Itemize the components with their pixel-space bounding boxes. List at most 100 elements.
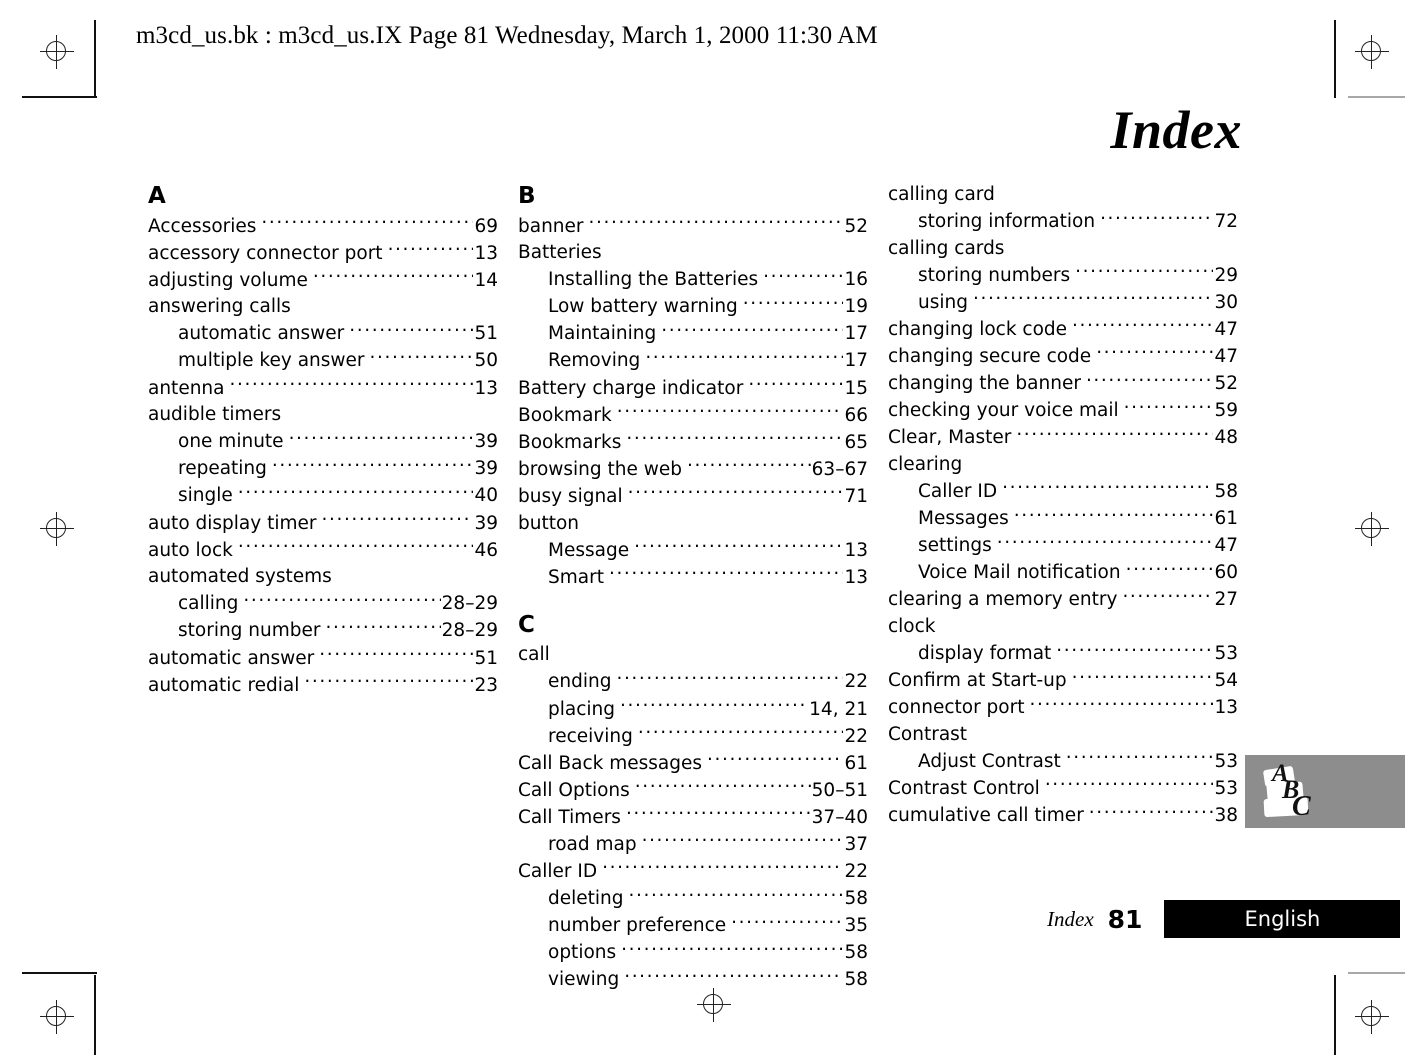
dot-leader (763, 267, 843, 286)
dot-leader (626, 804, 811, 823)
index-entry: placing 14, 21 (518, 696, 868, 723)
dot-leader (638, 723, 844, 742)
index-entry: call (518, 642, 868, 669)
index-entry-page: 52 (844, 215, 868, 237)
index-entry: Call Options 50–51 (518, 777, 868, 804)
index-entry-term: antenna (148, 377, 225, 399)
index-entry-page: 51 (474, 647, 498, 669)
index-entry-page: 58 (844, 969, 868, 991)
index-entry-term: Bookmarks (518, 431, 622, 453)
index-entry: receiving 22 (518, 723, 868, 750)
index-entry-page: 50–51 (811, 779, 868, 801)
index-entry: auto display timer 39 (148, 510, 498, 537)
dot-leader (272, 456, 474, 475)
dot-leader (617, 402, 844, 421)
crop-mark-top-left-horizontal (22, 96, 97, 98)
index-entry: Call Timers 37–40 (518, 804, 868, 831)
index-entry-term: clock (888, 616, 936, 637)
crop-mark-bottom-right-horizontal (1348, 972, 1405, 974)
dot-leader (707, 750, 843, 769)
index-entry-page: 28–29 (441, 620, 498, 642)
registration-mark-bottom-left (40, 1000, 74, 1034)
index-entry-term: clearing a memory entry (888, 589, 1118, 611)
index-entry-page: 46 (474, 539, 498, 561)
dot-leader (687, 456, 811, 475)
index-entry-page: 37 (844, 833, 868, 855)
index-columns: A Accessories 69 accessory connector port 13… (148, 182, 1258, 994)
index-entry: changing lock code 47 (888, 316, 1238, 343)
footer-page-number: 81 (1107, 904, 1143, 934)
dot-leader (1014, 506, 1214, 525)
index-entry: Confirm at Start-up 54 (888, 668, 1238, 695)
index-entry-term: placing (548, 698, 615, 720)
index-entry-term: Accessories (148, 215, 257, 237)
index-entry-term: using (918, 291, 968, 313)
index-entry-term: storing numbers (918, 264, 1071, 286)
index-entry: button (518, 511, 868, 538)
dot-leader (1096, 344, 1213, 363)
index-entry: storing information 72 (888, 209, 1238, 236)
abc-letter-c: C (1292, 791, 1311, 822)
index-entry-term: receiving (548, 725, 633, 747)
index-entry-term: automated systems (148, 566, 332, 588)
index-entry-page: 22 (844, 861, 868, 883)
dot-leader (629, 886, 844, 905)
index-entry-term: changing the banner (888, 373, 1081, 395)
index-entry-page: 29 (1214, 264, 1238, 286)
index-entry-term: automatic answer (148, 647, 315, 669)
dot-leader (1066, 748, 1214, 767)
index-entry-term: single (178, 485, 233, 507)
registration-hline (40, 51, 74, 52)
crop-mark-bottom-right-vertical (1334, 975, 1336, 1055)
index-entry: Battery charge indicator 15 (518, 375, 868, 402)
index-entry-term: connector port (888, 697, 1025, 719)
index-entry: storing numbers 29 (888, 262, 1238, 289)
index-entry: Adjust Contrast 53 (888, 748, 1238, 775)
dot-leader (349, 321, 473, 340)
abc-logo-icon: A B C (1262, 761, 1324, 823)
index-entry-page: 48 (1214, 427, 1238, 449)
index-entry-term: multiple key answer (178, 350, 365, 372)
index-entry-page: 22 (844, 725, 868, 747)
footer-language-badge: English (1164, 900, 1401, 938)
page-footer: Index 81 English (1047, 900, 1401, 938)
registration-hline (1355, 528, 1389, 529)
index-entry-term: road map (548, 833, 637, 855)
registration-hline (40, 528, 74, 529)
dot-leader (229, 375, 473, 394)
index-entry-page: 58 (844, 942, 868, 964)
index-entry: ending 22 (518, 669, 868, 696)
crop-mark-top-right-horizontal (1348, 96, 1405, 98)
index-entry-term: Call Back messages (518, 752, 702, 774)
crop-mark-top-left-vertical (94, 20, 96, 98)
index-entry: adjusting volume 14 (148, 267, 498, 294)
index-entry: checking your voice mail 59 (888, 398, 1238, 425)
index-entry-page: 13 (844, 539, 868, 561)
index-entry-term: banner (518, 215, 584, 237)
index-entry: connector port 13 (888, 695, 1238, 722)
index-entry-page: 13 (474, 377, 498, 399)
index-entry: clearing (888, 452, 1238, 479)
dot-leader (1016, 425, 1213, 444)
registration-hline (697, 1004, 731, 1005)
index-entry: Accessories 69 (148, 213, 498, 240)
index-entry-page: 53 (1214, 750, 1238, 772)
index-entry-term: Call Timers (518, 806, 621, 828)
index-entry: Batteries (518, 240, 868, 267)
registration-vline (56, 1000, 57, 1034)
index-entry: auto lock 46 (148, 537, 498, 564)
dot-leader (731, 913, 843, 932)
dot-leader (616, 669, 843, 688)
index-entry-term: clearing (888, 453, 963, 475)
index-entry-page: 13 (474, 242, 498, 264)
index-entry-page: 54 (1214, 670, 1238, 692)
index-entry-term: Call Options (518, 779, 630, 801)
index-entry: repeating 39 (148, 456, 498, 483)
index-entry: storing number 28–29 (148, 618, 498, 645)
index-entry: Caller ID 58 (888, 479, 1238, 506)
index-entry: busy signal 71 (518, 483, 868, 510)
index-entry-term: changing secure code (888, 346, 1092, 368)
index-entry-term: Message (548, 539, 630, 561)
index-entry-page: 69 (474, 215, 498, 237)
registration-mark-top-right (1355, 35, 1389, 69)
